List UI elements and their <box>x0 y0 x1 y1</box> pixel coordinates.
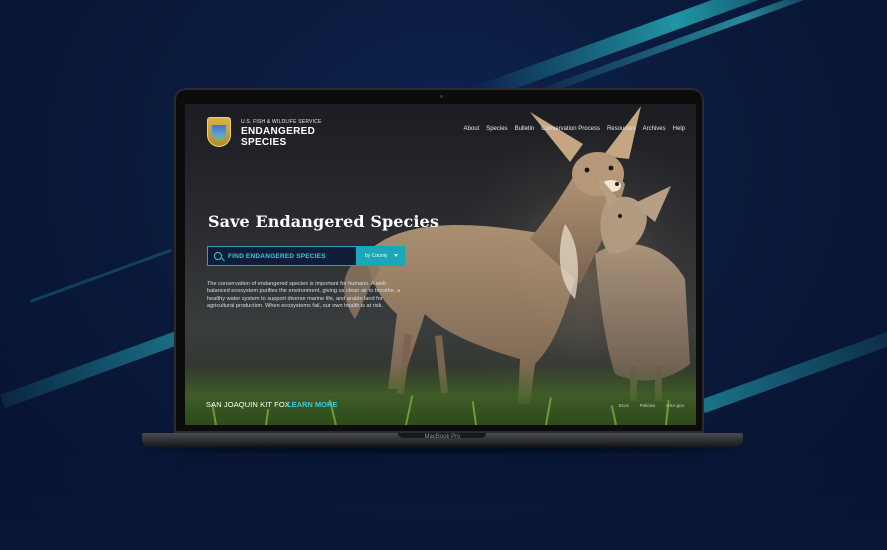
learn-more-link[interactable]: LEARN MORE <box>287 400 337 409</box>
nav-item-conservation-process[interactable]: Conservation Process <box>541 126 600 132</box>
nav-item-about[interactable]: About <box>464 126 480 132</box>
background-streak <box>700 324 887 414</box>
site-title-line2: SPECIES <box>241 137 287 148</box>
device-label: MacBook Pro <box>424 434 461 440</box>
nav-item-bulletin[interactable]: Bulletin <box>515 126 535 132</box>
camera-icon <box>440 95 443 98</box>
footer-link-ecos[interactable]: Ecos <box>619 403 629 408</box>
agency-name: U.S. FISH & WILDLIFE SERVICE <box>241 119 322 125</box>
species-search-input[interactable]: FIND ENDANGERED SPECIES <box>207 246 357 266</box>
county-filter-dropdown[interactable]: by County <box>357 246 405 266</box>
footer-links: Ecos Policies USA.gov <box>619 403 684 408</box>
photo-caption: SAN JOAQUIN KIT FOX <box>206 400 290 409</box>
background-streak <box>0 326 193 409</box>
background-streak <box>30 248 172 303</box>
laptop-bezel: U.S. FISH & WILDLIFE SERVICE ENDANGERED … <box>174 88 704 433</box>
laptop-base: MacBook Pro <box>142 433 743 447</box>
nav-item-archives[interactable]: Archives <box>643 126 666 132</box>
nav-item-species[interactable]: Species <box>486 126 507 132</box>
laptop-shadow <box>150 447 735 453</box>
search-icon <box>214 252 222 260</box>
caret-down-icon <box>394 254 398 257</box>
website-screen: U.S. FISH & WILDLIFE SERVICE ENDANGERED … <box>185 104 696 425</box>
site-title[interactable]: ENDANGERED SPECIES <box>241 126 315 148</box>
footer-link-usagov[interactable]: USA.gov <box>666 403 684 408</box>
agency-badge-icon[interactable] <box>207 117 231 147</box>
hero-paragraph: The conservation of endangered species i… <box>207 281 401 310</box>
nav-item-resources[interactable]: Resources <box>607 126 636 132</box>
badge-emblem <box>212 125 226 141</box>
footer-link-policies[interactable]: Policies <box>640 403 656 408</box>
grass-ground <box>185 365 696 425</box>
county-filter-label: by County <box>365 253 388 259</box>
reflection-fade <box>0 456 887 550</box>
site-title-line1: ENDANGERED <box>241 126 316 137</box>
hero-title: Save Endangered Species <box>208 212 439 231</box>
search-label: FIND ENDANGERED SPECIES <box>228 253 326 260</box>
nav-item-help[interactable]: Help <box>673 126 685 132</box>
laptop: U.S. FISH & WILDLIFE SERVICE ENDANGERED … <box>174 88 712 438</box>
site-header: U.S. FISH & WILDLIFE SERVICE ENDANGERED … <box>185 104 696 148</box>
main-menu: About Species Bulletin Conservation Proc… <box>464 126 685 132</box>
